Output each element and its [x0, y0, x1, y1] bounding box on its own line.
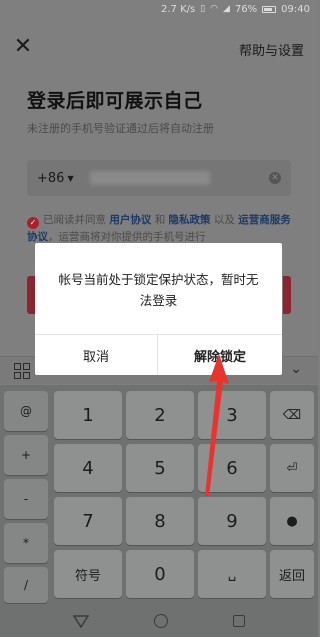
key-2[interactable]: 2	[126, 391, 194, 439]
battery-percent: 76%	[234, 3, 258, 15]
key-9[interactable]: 9	[198, 497, 266, 545]
sim-icon: ▯	[200, 4, 206, 14]
cancel-button[interactable]: 取消	[35, 335, 157, 375]
key-4[interactable]: 4	[54, 444, 122, 492]
caret-down-icon[interactable]: ▼	[67, 174, 73, 183]
symbols-key[interactable]: 符号	[54, 550, 122, 598]
wifi-icon: ◠	[210, 4, 219, 14]
phone-input-row[interactable]: +86 ▼ ✕	[27, 160, 291, 196]
key-1[interactable]: 1	[54, 391, 122, 439]
battery-icon	[262, 5, 277, 13]
key-slash[interactable]: /	[4, 567, 48, 603]
return-key[interactable]: 返回	[270, 550, 314, 598]
signal-icon: ◢	[223, 4, 230, 14]
user-agreement-link[interactable]: 用户协议	[109, 214, 151, 226]
key-5[interactable]: 5	[126, 444, 194, 492]
and-text: 和	[154, 214, 166, 226]
red-arrow-icon	[205, 354, 229, 496]
recents-icon[interactable]	[233, 615, 246, 627]
agreement-prefix: 已阅读并同意	[43, 214, 106, 226]
and-text-2: 以及	[213, 214, 235, 226]
enter-icon[interactable]: ⏎	[270, 444, 314, 492]
system-nav-bar	[0, 605, 318, 637]
help-settings-link[interactable]: 帮助与设置	[239, 40, 304, 59]
agreement-text: ✓ 已阅读并同意 用户协议 和 隐私政策 以及 运营商服务协议，运营商将对你提供的…	[27, 212, 291, 246]
phone-number-field[interactable]	[89, 171, 210, 185]
login-button-edge-left[interactable]	[27, 276, 35, 314]
page-subtitle: 未注册的手机号验证通过后将自动注册	[27, 122, 214, 135]
privacy-policy-link[interactable]: 隐私政策	[169, 214, 211, 226]
key-asterisk[interactable]: *	[4, 523, 48, 563]
chevron-down-icon[interactable]: ⌄	[290, 361, 302, 377]
login-button-edge-right[interactable]	[283, 276, 291, 314]
close-icon[interactable]: ✕	[12, 36, 34, 58]
country-code[interactable]: +86	[37, 171, 64, 186]
status-bar: 2.7 K/s ▯ ◠ ◢ 76% 09:40	[0, 0, 318, 18]
checkbox-checked-icon[interactable]: ✓	[27, 217, 39, 229]
agreement-suffix: ，运营商将对你提供的手机号进行	[48, 231, 206, 243]
network-speed: 2.7 K/s	[160, 3, 196, 15]
home-icon[interactable]	[153, 614, 168, 628]
key-8[interactable]: 8	[126, 497, 194, 545]
numeric-keyboard: @ + - * / 1 2 3 ⌫ 4 5 6 ⏎ 7 8 9 ● 符号 0 ␣…	[0, 385, 318, 605]
key-minus[interactable]: -	[4, 479, 48, 519]
key-0[interactable]: 0	[126, 550, 194, 598]
back-icon[interactable]	[72, 614, 89, 628]
backspace-icon[interactable]: ⌫	[270, 391, 314, 439]
space-icon[interactable]: ␣	[198, 550, 266, 598]
dialog-message: 帐号当前处于锁定保护状态，暂时无法登录	[58, 272, 259, 308]
microphone-icon[interactable]: ●	[270, 497, 314, 545]
grid-icon[interactable]	[14, 363, 30, 379]
clear-icon[interactable]: ✕	[269, 172, 281, 184]
page-title: 登录后即可展示自己	[27, 90, 203, 112]
key-at[interactable]: @	[4, 391, 48, 431]
key-plus[interactable]: +	[4, 435, 48, 475]
key-7[interactable]: 7	[54, 497, 122, 545]
clock: 09:40	[281, 3, 310, 15]
